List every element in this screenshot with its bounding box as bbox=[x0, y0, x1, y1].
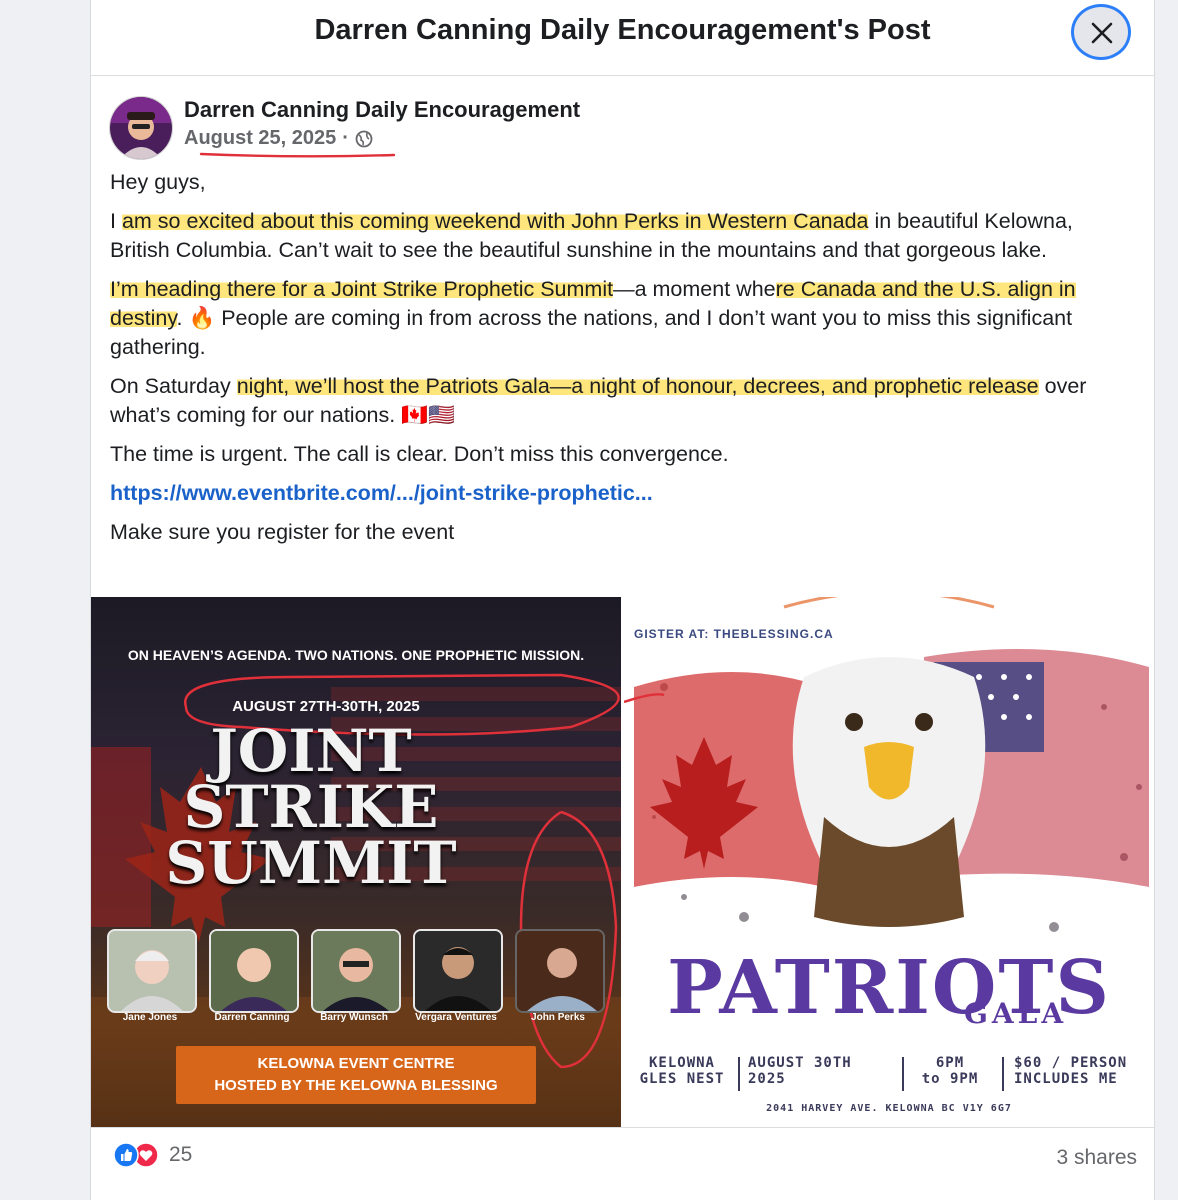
venue-banner: KELOWNA EVENT CENTRE HOSTED BY THE KELOW… bbox=[176, 1046, 536, 1104]
poster-title: JOINT STRIKE SUMMIT bbox=[165, 717, 457, 897]
post-paragraph: Make sure you register for the event bbox=[110, 520, 455, 544]
dialog-title: Darren Canning Daily Encouragement's Pos… bbox=[314, 14, 931, 46]
post-paragraph: I’m heading there for a Joint Strike Pro… bbox=[110, 277, 1076, 359]
gala-address: 2041 HARVEY AVE. KELOWNA BC V1Y 6G7 bbox=[766, 1103, 1012, 1114]
joint-strike-summit-poster[interactable]: ON HEAVEN’S AGENDA. TWO NATIONS. ONE PRO… bbox=[91, 597, 621, 1127]
speaker-photo bbox=[107, 929, 197, 1013]
post-link-paragraph: https://www.eventbrite.com/.../joint-str… bbox=[110, 479, 1135, 508]
reaction-count: 25 bbox=[169, 1143, 193, 1166]
highlight: night, we’ll host the Patriots Gala—a ni… bbox=[236, 374, 1039, 398]
post-meta: August 25, 2025 · bbox=[184, 127, 373, 150]
poster-dates: AUGUST 27TH-30TH, 2025 bbox=[232, 698, 420, 715]
speaker-photo bbox=[515, 929, 605, 1013]
speaker-photo bbox=[209, 929, 299, 1013]
speaker-name: Barry Wunsch bbox=[320, 1012, 388, 1023]
poster-tagline: ON HEAVEN’S AGENDA. TWO NATIONS. ONE PRO… bbox=[127, 647, 585, 663]
post-dialog: Darren Canning Daily Encouragement's Pos… bbox=[90, 0, 1155, 1200]
like-icon bbox=[113, 1142, 139, 1168]
post-paragraph: Hey guys, bbox=[110, 170, 206, 194]
avatar[interactable] bbox=[109, 96, 173, 160]
patriots-gala-poster[interactable]: GISTER AT: THEBLESSING.CA PATRIOTS GALA … bbox=[624, 597, 1154, 1127]
close-icon bbox=[1091, 22, 1113, 44]
reaction-summary[interactable]: 25 bbox=[113, 1142, 192, 1168]
speaker-photo bbox=[311, 929, 401, 1013]
dialog-header: Darren Canning Daily Encouragement's Pos… bbox=[91, 0, 1154, 76]
highlight: I’m heading there for a Joint Strike Pro… bbox=[110, 277, 614, 301]
speaker-photo bbox=[413, 929, 503, 1013]
post-date[interactable]: August 25, 2025 bbox=[184, 127, 336, 150]
post-paragraph: I am so excited about this coming weeken… bbox=[110, 209, 1073, 262]
post-paragraph: The time is urgent. The call is clear. D… bbox=[110, 442, 729, 466]
speaker-name: Vergara Ventures bbox=[415, 1012, 497, 1023]
venue-line: HOSTED BY THE KELOWNA BLESSING bbox=[214, 1077, 498, 1094]
close-button[interactable] bbox=[1071, 4, 1131, 60]
globe-icon bbox=[355, 130, 373, 147]
gala-details: KELOWNA GLES NEST AUGUST 30TH 2025 6PM to 9… bbox=[624, 1055, 1154, 1095]
register-tag: GISTER AT: THEBLESSING.CA bbox=[624, 619, 844, 649]
speaker-name: Darren Canning bbox=[214, 1012, 290, 1023]
event-link[interactable]: https://www.eventbrite.com/.../joint-str… bbox=[110, 481, 653, 505]
post-body: Hey guys, I am so excited about this com… bbox=[110, 168, 1135, 557]
post-author[interactable]: Darren Canning Daily Encouragement bbox=[184, 97, 580, 123]
divider bbox=[91, 1127, 1154, 1128]
gala-title: PATRIOTS bbox=[667, 945, 1111, 1031]
gala-subtitle: GALA bbox=[964, 997, 1068, 1030]
date-underline-annotation bbox=[199, 152, 396, 158]
post-paragraph: On Saturday night, we’ll host the Patrio… bbox=[110, 374, 1087, 427]
speaker-name: John Perks bbox=[531, 1012, 585, 1023]
highlight: am so excited about this coming weekend … bbox=[121, 209, 869, 233]
speaker-name: Jane Jones bbox=[122, 1012, 178, 1023]
venue-line: KELOWNA EVENT CENTRE bbox=[257, 1055, 455, 1072]
meta-separator: · bbox=[342, 127, 349, 149]
shares-count[interactable]: 3 shares bbox=[1056, 1146, 1137, 1170]
